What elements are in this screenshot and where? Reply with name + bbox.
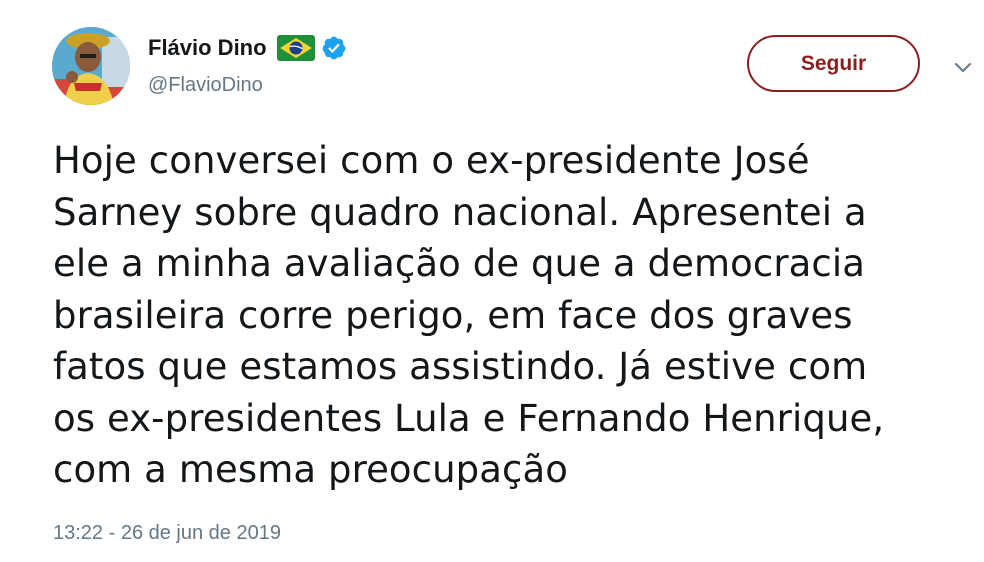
- author-handle[interactable]: @FlavioDino: [148, 74, 263, 97]
- brazil-flag-icon: [276, 35, 315, 61]
- tweet-text-line: os ex-presidentes Lula e Fernando Henriq…: [53, 396, 885, 440]
- tweet-text-line: Sarney sobre quadro nacional. Apresentei…: [53, 190, 867, 234]
- tweet-card: Flávio Dino @FlavioDino Seguir Hoje conv…: [0, 0, 984, 562]
- tweet-text-line: ele a minha avaliação de que a democraci…: [53, 242, 866, 285]
- follow-button[interactable]: Seguir: [747, 35, 920, 92]
- tweet-text-line: fatos que estamos assistindo. Já estive …: [53, 345, 868, 388]
- tweet-text: Hoje conversei com o ex-presidente José …: [53, 135, 953, 496]
- tweet-text-line: Hoje conversei com o ex-presidente José: [53, 139, 810, 182]
- author-display-name[interactable]: Flávio Dino: [148, 35, 267, 61]
- verified-badge-icon: [321, 35, 347, 61]
- avatar[interactable]: [52, 27, 130, 105]
- chevron-down-icon[interactable]: [951, 56, 975, 80]
- avatar-image: [52, 27, 130, 105]
- tweet-text-line: brasileira corre perigo, em face dos gra…: [53, 293, 853, 337]
- tweet-timestamp[interactable]: 13:22 - 26 de jun de 2019: [53, 522, 281, 545]
- author-name-row: Flávio Dino: [148, 33, 347, 63]
- tweet-text-line: com a mesma preocupação: [53, 448, 568, 491]
